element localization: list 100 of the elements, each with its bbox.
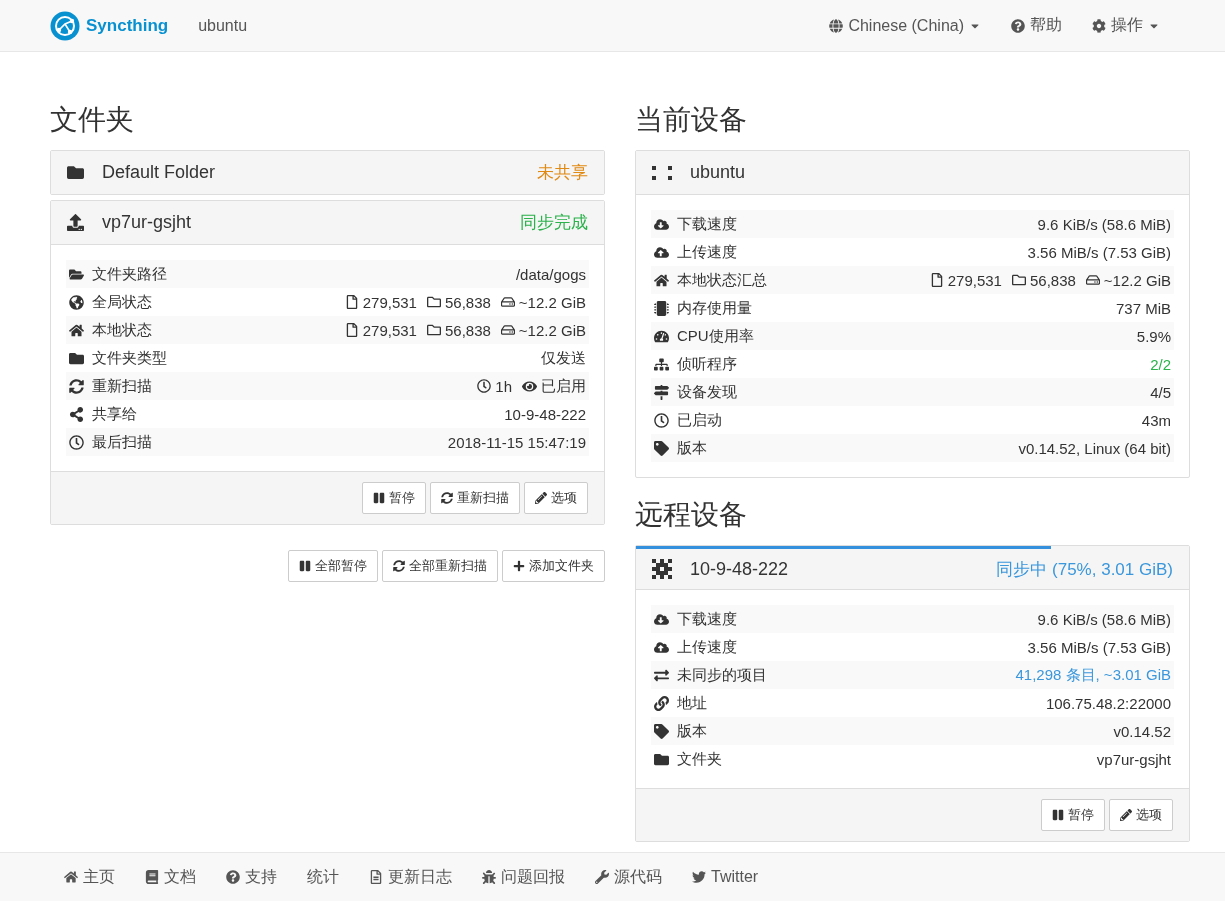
- row-label: 地址: [677, 693, 707, 713]
- action-button[interactable]: 添加文件夹: [502, 550, 605, 582]
- row-value: 737 MiB: [1115, 299, 1171, 317]
- action-button[interactable]: 重新扫描: [430, 482, 520, 514]
- row-label: 未同步的项目: [677, 665, 767, 685]
- folder-icon: [654, 751, 669, 767]
- clock-icon: [477, 379, 492, 393]
- identicon-icon: [652, 165, 672, 180]
- language-menu[interactable]: Chinese (China): [829, 16, 981, 35]
- size-value: ~12.2 GiB: [518, 293, 586, 311]
- cloud-upload-icon: [654, 639, 669, 655]
- folder-status: 未共享: [537, 162, 588, 184]
- row-label: 侦听程序: [677, 354, 737, 374]
- row-label: 本地状态汇总: [677, 270, 767, 290]
- footer-link[interactable]: 支持: [226, 866, 277, 888]
- watcher-status: 已启用: [541, 376, 586, 396]
- clock-icon: [69, 434, 84, 450]
- upload-icon: [67, 214, 84, 231]
- folder-icon: [426, 323, 441, 337]
- pencil-icon: [1120, 809, 1132, 821]
- book-icon: [145, 870, 159, 884]
- gauge-icon: [654, 328, 669, 344]
- row-value: v0.14.52, Linux (64 bit): [1018, 439, 1171, 457]
- folder-status: 同步完成: [520, 212, 588, 234]
- folder-name[interactable]: vp7ur-gsjht: [102, 212, 192, 233]
- help-icon: [1011, 18, 1025, 33]
- action-button[interactable]: 暂停: [362, 482, 426, 514]
- help-icon: [226, 870, 240, 884]
- tag-icon: [654, 723, 669, 739]
- row-label: 重新扫描: [92, 376, 152, 396]
- row-value: 106.75.48.2:22000: [1045, 694, 1171, 712]
- folder-count: 56,838: [444, 321, 491, 339]
- action-button[interactable]: 全部暂停: [288, 550, 378, 582]
- row-label: 本地状态: [92, 320, 152, 340]
- folder-icon: [426, 295, 441, 309]
- folder-count: 56,838: [1029, 271, 1076, 289]
- size-value: ~12.2 GiB: [1103, 271, 1171, 289]
- footer-link[interactable]: Twitter: [692, 868, 759, 886]
- row-value: 仅发送: [541, 348, 586, 368]
- identicon-icon: [652, 559, 672, 579]
- signpost-icon: [654, 384, 669, 400]
- row-label: 文件夹路径: [92, 264, 167, 284]
- arrows-icon: [654, 667, 669, 683]
- folder-name[interactable]: Default Folder: [102, 162, 216, 183]
- row-label: 版本: [677, 721, 707, 741]
- pause-icon: [373, 492, 385, 504]
- logo-icon: [50, 10, 80, 41]
- device-name[interactable]: 10-9-48-222: [690, 558, 789, 580]
- footer-link[interactable]: 文档: [145, 866, 196, 888]
- footer-link[interactable]: 统计: [307, 866, 339, 888]
- row-label: 版本: [677, 438, 707, 458]
- globe-icon: [829, 18, 844, 33]
- clock-icon: [654, 412, 669, 428]
- footer-link[interactable]: 问题回报: [482, 866, 565, 888]
- device-name: ubuntu: [198, 16, 248, 35]
- folder-icon: [67, 164, 84, 181]
- sync-status: 同步中 (75%, 3.01 GiB): [996, 558, 1173, 581]
- row-label: 文件夹类型: [92, 348, 167, 368]
- wrench-icon: [595, 870, 609, 884]
- home-icon: [654, 272, 669, 288]
- chip-icon: [654, 300, 669, 316]
- tag-icon: [654, 440, 669, 456]
- pencil-icon: [535, 492, 547, 504]
- actions-menu[interactable]: 操作: [1092, 15, 1160, 36]
- device-name: ubuntu: [690, 162, 746, 183]
- file-count: 279,531: [947, 271, 1002, 289]
- footer-link[interactable]: 主页: [64, 866, 115, 888]
- footer-link[interactable]: 更新日志: [369, 866, 452, 888]
- row-label: 共享给: [92, 404, 137, 424]
- row-value: 2018-11-15 15:47:19: [447, 433, 586, 451]
- row-label: 下载速度: [677, 214, 737, 234]
- help-link[interactable]: 帮助: [1011, 15, 1062, 36]
- action-button[interactable]: 选项: [524, 482, 588, 514]
- cloud-download-icon: [654, 611, 669, 627]
- section-title: 远程设备: [635, 498, 748, 532]
- link-icon: [654, 695, 669, 711]
- row-value: 4/5: [1150, 383, 1171, 401]
- action-button[interactable]: 全部重新扫描: [382, 550, 498, 582]
- globe-icon: [69, 294, 84, 310]
- brand-name: Syncthing: [86, 15, 169, 36]
- file-icon: [344, 323, 359, 337]
- row-label: 下载速度: [677, 609, 737, 629]
- row-label: 上传速度: [677, 242, 737, 262]
- action-button[interactable]: 选项: [1109, 799, 1173, 831]
- row-label: 最后扫描: [92, 432, 152, 452]
- drive-icon: [500, 295, 515, 309]
- file-count: 279,531: [362, 293, 417, 311]
- row-value: 43m: [1141, 411, 1171, 429]
- folder-icon: [1011, 273, 1026, 287]
- row-value: /data/gogs: [515, 265, 586, 283]
- cloud-download-icon: [654, 216, 669, 232]
- row-value: vp7ur-gsjht: [1096, 750, 1171, 768]
- pause-icon: [1052, 809, 1064, 821]
- drive-icon: [500, 323, 515, 337]
- row-label: 内存使用量: [677, 298, 752, 318]
- action-button[interactable]: 暂停: [1041, 799, 1105, 831]
- footer-link[interactable]: 源代码: [595, 866, 662, 888]
- bird-icon: [692, 870, 706, 884]
- row-value: 10-9-48-222: [504, 405, 586, 423]
- pause-icon: [299, 560, 311, 572]
